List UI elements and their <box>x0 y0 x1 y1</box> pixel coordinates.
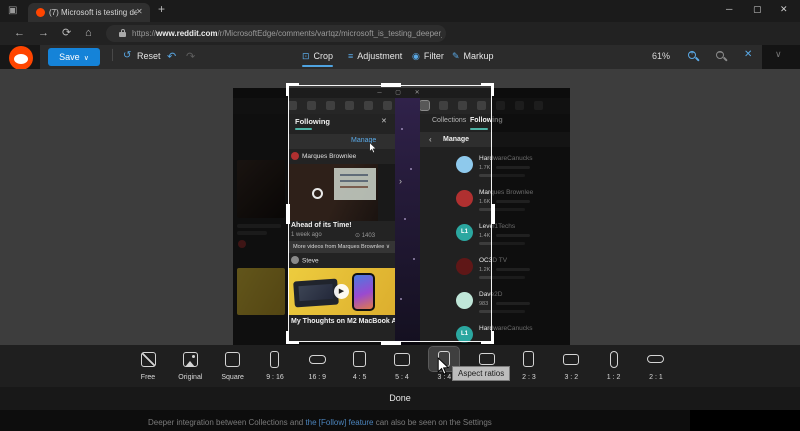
back-icon[interactable]: ← <box>14 27 25 40</box>
tab-actions-icon[interactable]: ▣ <box>8 5 17 17</box>
ratio-9-16[interactable]: 9 : 16 <box>255 347 295 387</box>
crop-handle[interactable] <box>381 83 401 87</box>
image-editor-toolbar: Save∨ │ ↺ Reset ↶ ↷ ⊡Crop ≡Adjustment ◉F… <box>40 45 762 69</box>
markup-pencil-icon: ✎ <box>452 51 460 61</box>
window-close-icon[interactable]: ✕ <box>780 4 788 15</box>
aspect-ratio-bar: Free Original Square 9 : 16 16 : 9 4 : 5… <box>0 345 800 387</box>
mouse-cursor-icon <box>437 357 450 376</box>
reddit-logo-icon <box>9 46 33 70</box>
ratio-5-4[interactable]: 5 : 4 <box>382 347 422 387</box>
article-image-block <box>690 410 800 431</box>
active-tab[interactable]: (7) Microsoft is testing deeper in ✕ <box>28 3 150 22</box>
ratio-4-5[interactable]: 4 : 5 <box>340 347 380 387</box>
home-icon[interactable]: ⌂ <box>85 27 92 40</box>
save-button[interactable]: Save∨ <box>48 48 100 66</box>
ratio-original[interactable]: Original <box>170 347 210 387</box>
ratio-icon <box>523 351 534 367</box>
tab-title: (7) Microsoft is testing deeper in <box>49 7 137 19</box>
ratio-icon <box>610 351 618 368</box>
forward-icon[interactable]: → <box>38 27 49 40</box>
window-minimize-icon[interactable]: ─ <box>726 4 732 14</box>
redo-icon[interactable]: ↷ <box>186 50 195 63</box>
browser-tab-bar: ▣ (7) Microsoft is testing deeper in ✕ +… <box>0 0 800 22</box>
crop-handle[interactable] <box>286 331 299 344</box>
crop-handle[interactable] <box>491 204 495 224</box>
crop-marquee[interactable] <box>288 85 492 342</box>
ratio-2-1[interactable]: 2 : 1 <box>636 347 676 387</box>
crop-handle[interactable] <box>481 331 494 344</box>
tab-close-icon[interactable]: ✕ <box>136 7 143 16</box>
original-image-icon <box>183 352 198 367</box>
crop-handle[interactable] <box>286 204 290 224</box>
tab-filter[interactable]: ◉Filter <box>412 50 444 67</box>
reset-button[interactable]: Reset <box>137 51 161 61</box>
ratio-16-9[interactable]: 16 : 9 <box>297 347 337 387</box>
ratio-icon <box>353 351 366 367</box>
zoom-in-icon[interactable]: + <box>688 51 699 62</box>
square-icon <box>225 352 240 367</box>
app-window: ▣ (7) Microsoft is testing deeper in ✕ +… <box>0 0 800 431</box>
crop-handle[interactable] <box>381 341 401 345</box>
tab-adjustment[interactable]: ≡Adjustment <box>348 50 402 67</box>
undo-icon[interactable]: ↶ <box>167 50 176 63</box>
address-bar[interactable]: https://www.reddit.com/r/MicrosoftEdge/c… <box>106 25 446 42</box>
zoom-out-icon[interactable]: − <box>716 51 727 62</box>
zoom-level: 61% <box>652 51 670 61</box>
ratio-icon <box>309 355 326 364</box>
editor-close-icon[interactable]: ✕ <box>744 49 752 60</box>
tab-favicon-icon <box>36 8 45 17</box>
ratio-2-3[interactable]: 2 : 3 <box>509 347 549 387</box>
chevron-down-icon: ∨ <box>84 55 89 62</box>
ratio-icon <box>563 354 579 365</box>
url-text: https://www.reddit.com/r/MicrosoftEdge/c… <box>132 28 442 40</box>
done-button[interactable]: Done <box>370 391 430 406</box>
reset-icon: ↺ <box>123 50 131 61</box>
crop-dim-overlay <box>492 88 570 345</box>
tab-markup[interactable]: ✎Markup <box>452 50 494 67</box>
crop-icon: ⊡ <box>302 51 310 61</box>
ratio-1-2[interactable]: 1 : 2 <box>594 347 634 387</box>
browser-nav-bar: ← → ⟳ ⌂ https://www.reddit.com/r/Microso… <box>0 22 800 45</box>
crop-handle[interactable] <box>286 83 299 96</box>
new-tab-button[interactable]: + <box>158 2 165 16</box>
done-bar: Done <box>0 387 800 410</box>
window-maximize-icon[interactable]: ▢ <box>753 4 762 15</box>
ratio-icon <box>394 353 410 366</box>
ratio-3-2[interactable]: 3 : 2 <box>551 347 591 387</box>
article-link[interactable]: the [Follow] feature <box>305 418 373 427</box>
filter-icon: ◉ <box>412 51 420 61</box>
ratio-free[interactable]: Free <box>128 347 168 387</box>
article-text: Deeper integration between Collections a… <box>148 418 492 427</box>
ratio-icon <box>270 351 279 368</box>
crop-handle[interactable] <box>481 83 494 96</box>
ratio-icon <box>479 353 495 365</box>
tab-crop[interactable]: ⊡Crop <box>302 50 333 67</box>
page-content-strip: Deeper integration between Collections a… <box>0 410 800 431</box>
refresh-icon[interactable]: ⟳ <box>62 27 71 40</box>
crop-dim-overlay <box>233 88 288 345</box>
adjustment-icon: ≡ <box>348 51 353 61</box>
free-crop-icon <box>141 352 156 367</box>
aspect-ratios-tooltip: Aspect ratios <box>452 366 510 381</box>
ratio-square[interactable]: Square <box>213 347 253 387</box>
page-chevron-icon: ∨ <box>775 49 782 60</box>
ratio-icon <box>647 355 664 363</box>
toolbar-divider: │ <box>110 50 116 61</box>
